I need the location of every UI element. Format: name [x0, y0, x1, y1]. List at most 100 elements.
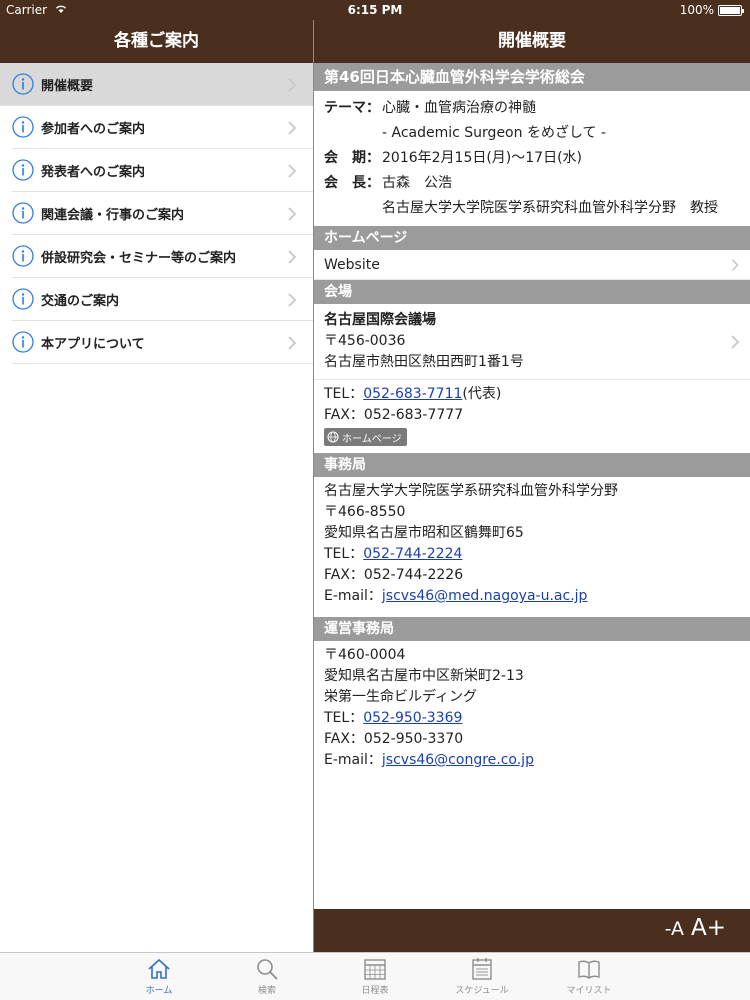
- management-header: 運営事務局: [314, 617, 750, 641]
- chevron-right-icon: [731, 335, 740, 349]
- website-link-row[interactable]: Website: [314, 250, 750, 280]
- menu-item-overview[interactable]: 開催概要: [0, 63, 313, 106]
- home-icon: [148, 958, 170, 979]
- management-tel-line: TEL：052-950-3369: [314, 708, 750, 729]
- status-bar: Carrier 6:15 PM 100%: [0, 0, 750, 20]
- schedule-list-icon: [472, 958, 492, 980]
- secretariat-tel-line: TEL：052-744-2224: [314, 544, 750, 565]
- menu-item-related-meetings[interactable]: 関連会議・行事のご案内: [12, 192, 313, 235]
- chair-key: 会 長：: [324, 175, 380, 191]
- menu-item-seminars[interactable]: 併設研究会・セミナー等のご案内: [12, 235, 313, 278]
- menu-item-label: 併設研究会・セミナー等のご案内: [41, 250, 237, 266]
- conference-name-header: 第46回日本心臓血管外科学会学術総会: [314, 63, 750, 91]
- font-size-toolbar: -A A+: [314, 909, 750, 952]
- guide-menu: 開催概要 参加者へのご案内 発表者へのご案内 関連会議・行事のご案内 併設研究会…: [0, 63, 313, 364]
- tab-label: スケジュール: [455, 986, 509, 996]
- chair-line: 会 長： 古森 公浩 名古屋大学大学院医学系研究科血管外科学分野 教授: [314, 171, 750, 221]
- chevron-right-icon: [288, 336, 297, 350]
- tab-mylist[interactable]: マイリスト: [549, 955, 629, 996]
- period-line: 会 期： 2016年2月15日(月)～17日(水): [314, 146, 750, 171]
- chevron-right-icon: [288, 250, 297, 264]
- chevron-right-icon: [288, 121, 297, 135]
- left-nav-title: 各種ご案内: [0, 20, 313, 63]
- management-address: 愛知県名古屋市中区新栄町2-13: [324, 668, 524, 684]
- tel-prefix: TEL：: [324, 546, 364, 562]
- info-icon: [12, 245, 34, 267]
- secretariat-email-line: E-mail：jscvs46@med.nagoya-u.ac.jp: [314, 586, 750, 607]
- secretariat-address: 愛知県名古屋市昭和区鶴舞町65: [324, 525, 524, 541]
- open-book-icon: [578, 960, 600, 979]
- management-fax: FAX：052-950-3370: [324, 731, 464, 747]
- tab-search[interactable]: 検索: [227, 955, 307, 996]
- menu-item-label: 開催概要: [41, 78, 94, 94]
- management-tel-link[interactable]: 052-950-3369: [363, 710, 462, 726]
- secretariat-header: 事務局: [314, 453, 750, 477]
- venue-header: 会場: [314, 280, 750, 304]
- homepage-header: ホームページ: [314, 226, 750, 250]
- chair-value: 古森 公浩 名古屋大学大学院医学系研究科血管外科学分野 教授: [382, 171, 750, 221]
- venue-map-row[interactable]: 名古屋国際会議場 〒456-0036 名古屋市熱田区熱田西町1番1号: [314, 304, 750, 380]
- period-key: 会 期：: [324, 150, 380, 166]
- info-icon: [12, 331, 34, 353]
- theme-value: 心臓・血管病治療の神髄 - Academic Surgeon をめざして -: [382, 96, 750, 146]
- period-value: 2016年2月15日(月)～17日(水): [382, 150, 583, 166]
- secretariat-block: 名古屋大学大学院医学系研究科血管外科学分野 〒466-8550 愛知県名古屋市昭…: [314, 477, 750, 617]
- chair-name: 古森 公浩: [382, 175, 452, 191]
- info-icon: [12, 116, 34, 138]
- management-email-link[interactable]: jscvs46@congre.co.jp: [382, 752, 534, 768]
- tab-timetable[interactable]: 日程表: [335, 955, 415, 996]
- email-prefix: E-mail：: [324, 752, 382, 768]
- venue-name: 名古屋国際会議場: [324, 312, 436, 328]
- secretariat-email-link[interactable]: jscvs46@med.nagoya-u.ac.jp: [382, 588, 588, 604]
- menu-item-label: 本アプリについて: [41, 336, 145, 352]
- venue-postal: 〒456-0036: [324, 333, 406, 349]
- status-time: 6:15 PM: [347, 3, 403, 17]
- venue-tel-link[interactable]: 052-683-7711: [363, 386, 462, 402]
- right-panel: 開催概要 第46回日本心臓血管外科学会学術総会 テーマ： 心臓・血管病治療の神髄…: [314, 20, 750, 952]
- tab-schedule[interactable]: スケジュール: [442, 955, 522, 996]
- management-building: 栄第一生命ビルディング: [324, 689, 478, 705]
- left-panel: 各種ご案内 開催概要 参加者へのご案内 発表者へのご案内 関連会議・行事のご案内…: [0, 20, 313, 952]
- theme-line: テーマ： 心臓・血管病治療の神髄 - Academic Surgeon をめざし…: [314, 96, 750, 146]
- tel-prefix: TEL：: [324, 386, 364, 402]
- management-postal: 〒460-0004: [324, 647, 406, 663]
- battery-percent: 100%: [679, 3, 714, 17]
- chevron-right-icon: [731, 259, 739, 271]
- calendar-grid-icon: [364, 959, 386, 980]
- theme-line1: 心臓・血管病治療の神髄: [382, 100, 536, 116]
- theme-line2: - Academic Surgeon をめざして -: [382, 125, 607, 141]
- management-email-line: E-mail：jscvs46@congre.co.jp: [314, 750, 750, 771]
- homepage-badge-label: ホームページ: [342, 433, 402, 445]
- right-nav-title: 開催概要: [314, 20, 750, 63]
- menu-item-presenters[interactable]: 発表者へのご案内: [12, 149, 313, 192]
- venue-address: 名古屋市熱田区熱田西町1番1号: [324, 354, 524, 370]
- chevron-right-icon: [288, 78, 297, 92]
- venue-homepage-button[interactable]: ホームページ: [324, 428, 407, 446]
- venue-contact: TEL：052-683-7711(代表) FAX：052-683-7777 ホー…: [314, 380, 750, 453]
- secretariat-postal: 〒466-8550: [324, 504, 406, 520]
- website-label: Website: [324, 257, 380, 273]
- menu-item-label: 関連会議・行事のご案内: [41, 207, 185, 223]
- tab-label: ホーム: [145, 986, 173, 996]
- menu-item-label: 参加者へのご案内: [41, 121, 146, 137]
- chevron-right-icon: [288, 293, 297, 307]
- tab-home[interactable]: ホーム: [119, 955, 199, 996]
- battery-icon: [718, 4, 744, 16]
- venue-fax: FAX：052-683-7777: [324, 407, 464, 423]
- secretariat-tel-link[interactable]: 052-744-2224: [363, 546, 462, 562]
- info-icon: [12, 159, 34, 181]
- menu-item-label: 交通のご案内: [41, 293, 120, 309]
- tab-bar: ホーム 検索 日程表 スケジュール マイリスト: [0, 952, 750, 1000]
- tab-label: 日程表: [361, 986, 389, 996]
- menu-item-label: 発表者へのご案内: [41, 164, 146, 180]
- menu-item-access[interactable]: 交通のご案内: [12, 278, 313, 321]
- tab-label: 検索: [257, 986, 276, 996]
- management-block: 〒460-0004 愛知県名古屋市中区新栄町2-13 栄第一生命ビルディング T…: [314, 641, 750, 781]
- menu-item-about-app[interactable]: 本アプリについて: [12, 321, 313, 364]
- font-increase-button[interactable]: A+: [691, 915, 726, 941]
- globe-icon: [327, 431, 339, 443]
- font-decrease-button[interactable]: -A: [665, 918, 684, 940]
- battery-status: 100%: [679, 0, 744, 20]
- secretariat-fax: FAX：052-744-2226: [324, 567, 464, 583]
- menu-item-participants[interactable]: 参加者へのご案内: [12, 106, 313, 149]
